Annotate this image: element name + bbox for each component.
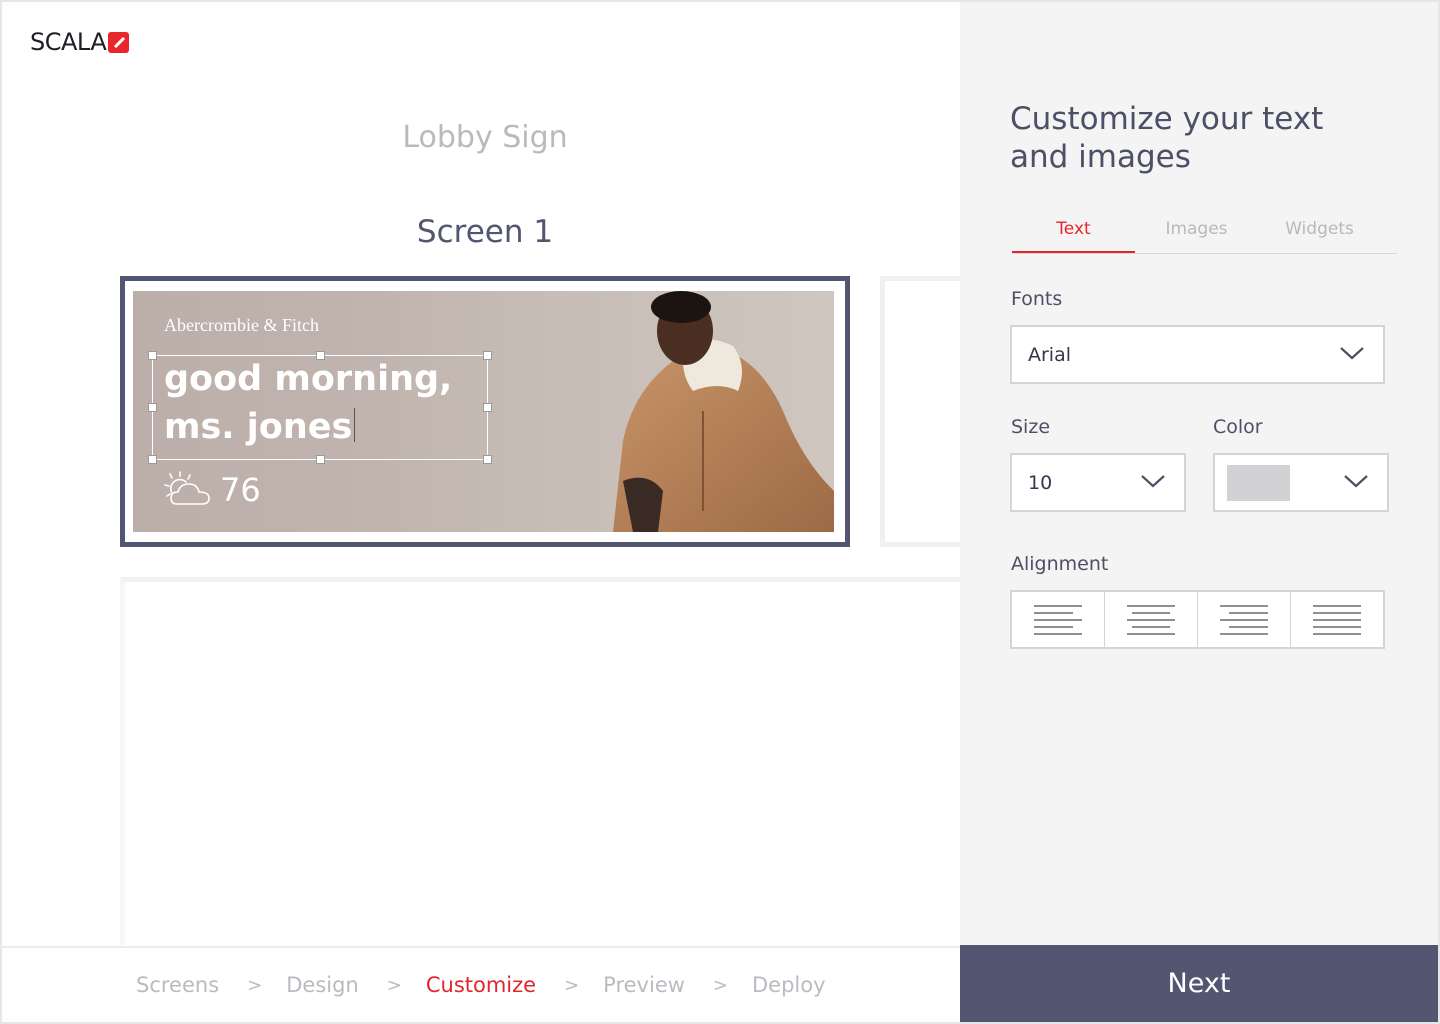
breadcrumb-separator: > [564,974,580,996]
scala-logo[interactable]: SCALA [30,28,130,56]
resize-handle[interactable] [483,403,492,412]
brand-name: Abercrombie & Fitch [164,315,319,335]
chevron-down-icon [1344,475,1368,488]
greeting-line-2-text: ms. jones [164,407,353,447]
weather-widget[interactable]: 76 [164,471,261,509]
model-photo [613,291,834,532]
screen-card-next[interactable] [880,276,970,547]
fonts-label: Fonts [1011,288,1063,310]
screen-card-lower[interactable] [120,577,970,945]
align-center-button[interactable] [1105,592,1198,647]
color-select[interactable] [1213,453,1389,512]
align-right-icon [1220,604,1268,635]
step-design[interactable]: Design [286,973,359,997]
tab-text[interactable]: Text [1012,214,1135,253]
step-customize[interactable]: Customize [426,973,536,997]
align-justify-icon [1313,604,1361,635]
resize-handle[interactable] [483,455,492,464]
partly-sunny-icon [164,471,210,505]
panel-title: Customize your text and images [1010,101,1324,175]
font-select-value: Arial [1028,343,1072,366]
temperature: 76 [220,471,261,509]
logo-mark-icon [108,31,130,53]
breadcrumb-separator: > [712,974,729,996]
step-screens[interactable]: Screens [136,973,219,997]
resize-handle[interactable] [316,455,325,464]
greeting-line-2: ms. jones [164,403,452,451]
logo-text: SCALA [30,28,107,56]
next-button[interactable]: Next [960,945,1438,1022]
color-label: Color [1213,416,1263,438]
step-deploy[interactable]: Deploy [752,973,826,997]
font-select[interactable]: Arial [1010,325,1385,384]
greeting-text[interactable]: good morning, ms. jones [164,355,452,451]
align-right-button[interactable] [1198,592,1291,647]
tab-bar: Text Images Widgets [1012,214,1397,254]
step-preview[interactable]: Preview [603,973,685,997]
breadcrumb-separator: > [386,974,402,996]
align-center-icon [1127,604,1175,635]
greeting-line-1: good morning, [164,359,453,399]
align-left-icon [1034,604,1082,635]
breadcrumb-separator: > [247,974,263,996]
resize-handle[interactable] [148,455,157,464]
chevron-down-icon [1340,347,1364,360]
align-left-button[interactable] [1012,592,1105,647]
screen-card-selected[interactable]: Abercrombie & Fitch good morning, ms. jo… [120,276,850,547]
size-label: Size [1011,416,1051,438]
alignment-label: Alignment [1011,553,1109,575]
resize-handle[interactable] [148,403,157,412]
customize-panel: Customize your text and images Text Imag… [960,2,1438,945]
tab-images[interactable]: Images [1135,214,1258,253]
screen-title: Screen 1 [416,214,554,250]
chevron-down-icon [1141,475,1165,488]
align-justify-button[interactable] [1291,592,1383,647]
size-select[interactable]: 10 [1010,453,1186,512]
sign-preview: Abercrombie & Fitch good morning, ms. jo… [133,291,834,532]
size-select-value: 10 [1028,471,1053,494]
text-caret [354,408,356,442]
project-title: Lobby Sign [402,120,568,155]
resize-handle[interactable] [483,351,492,360]
resize-handle[interactable] [148,351,157,360]
breadcrumb: Screens > Design > Customize > Preview >… [0,946,960,1022]
tab-widgets[interactable]: Widgets [1258,214,1381,253]
alignment-group [1010,590,1385,649]
color-swatch [1227,464,1290,501]
